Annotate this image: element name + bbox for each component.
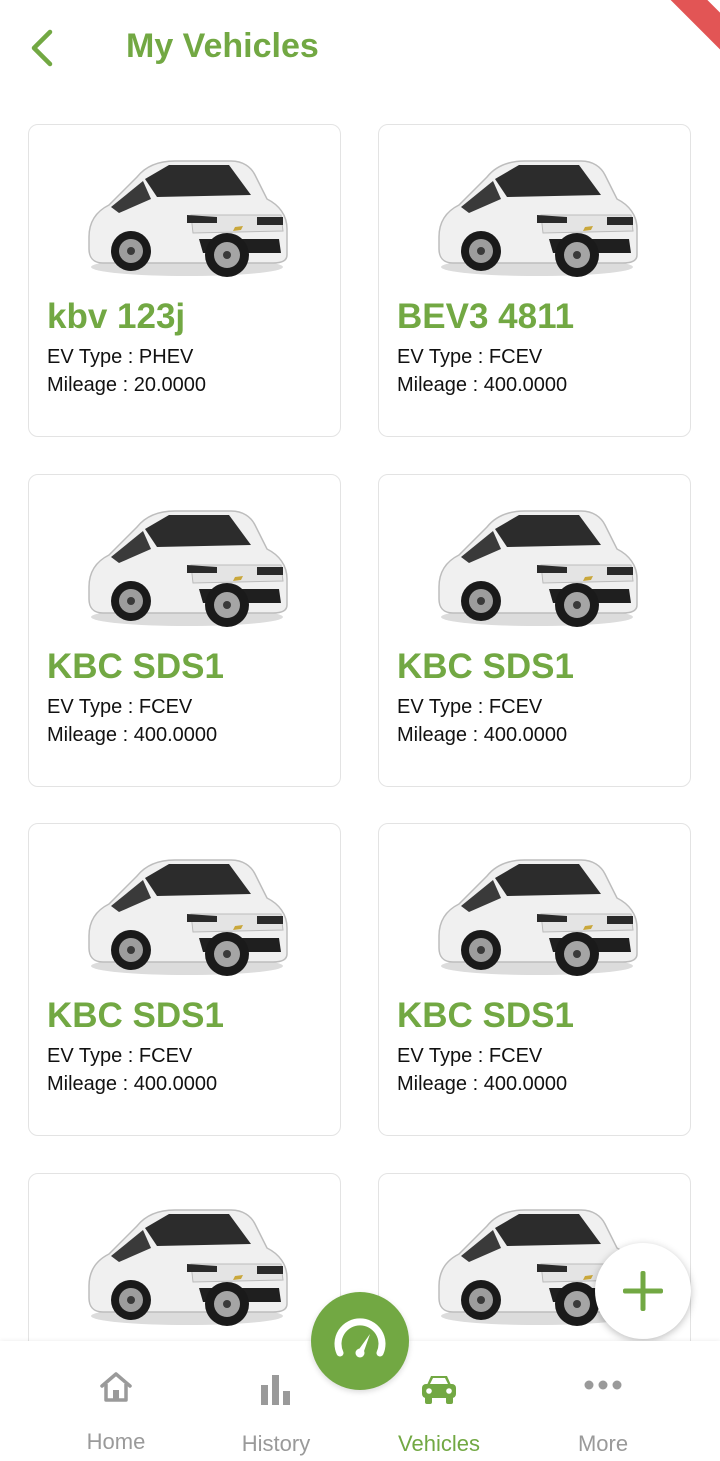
vehicle-image (83, 155, 289, 281)
bar-chart-icon (256, 1369, 296, 1409)
vehicle-image (83, 1204, 289, 1330)
page-title: My Vehicles (126, 27, 319, 65)
app-header: My Vehicles (0, 0, 720, 96)
vehicle-ev-type: EV Type : FCEV (47, 1045, 193, 1067)
speedometer-icon (334, 1318, 386, 1358)
vehicle-mileage: Mileage : 400.0000 (397, 724, 568, 746)
vehicle-card[interactable]: KBC SDS1 EV Type : FCEV Mileage : 400.00… (378, 474, 691, 787)
home-icon (96, 1367, 136, 1407)
vehicle-image (433, 854, 639, 980)
vehicle-card[interactable]: KBC SDS1 EV Type : FCEV Mileage : 400.00… (28, 823, 341, 1136)
vehicle-card[interactable]: kbv 123j EV Type : PHEV Mileage : 20.000… (28, 124, 341, 437)
vehicle-grid: kbv 123j EV Type : PHEV Mileage : 20.000… (28, 124, 693, 1341)
vehicle-ev-type: EV Type : FCEV (47, 696, 193, 718)
vehicle-card[interactable]: KBC SDS1 EV Type : FCEV Mileage : 400.00… (28, 474, 341, 787)
nav-item-more[interactable]: More (528, 1341, 678, 1461)
vehicle-plate: KBC SDS1 (47, 647, 224, 686)
car-icon (419, 1369, 459, 1409)
vehicle-mileage: Mileage : 20.0000 (47, 374, 207, 396)
back-chevron-icon (31, 29, 53, 67)
nav-label-vehicles: Vehicles (398, 1431, 480, 1456)
add-vehicle-button[interactable] (595, 1243, 691, 1339)
vehicle-plate: KBC SDS1 (397, 647, 574, 686)
nav-label-home: Home (86, 1429, 146, 1454)
vehicle-ev-type: EV Type : FCEV (397, 696, 543, 718)
vehicle-plate: KBC SDS1 (47, 996, 224, 1035)
vehicle-card[interactable]: BEV3 4811 EV Type : FCEV Mileage : 400.0… (378, 124, 691, 437)
vehicle-image (83, 854, 289, 980)
vehicle-image (83, 505, 289, 631)
vehicle-ev-type: EV Type : FCEV (397, 346, 543, 368)
vehicle-ev-type: EV Type : FCEV (397, 1045, 543, 1067)
vehicle-image (433, 155, 639, 281)
nav-label-history: History (241, 1431, 311, 1456)
vehicle-plate: BEV3 4811 (397, 297, 575, 336)
vehicle-mileage: Mileage : 400.0000 (397, 1073, 568, 1095)
nav-label-more: More (577, 1431, 629, 1456)
more-dots-icon (583, 1365, 623, 1405)
vehicle-mileage: Mileage : 400.0000 (47, 724, 218, 746)
vehicle-plate: KBC SDS1 (397, 996, 574, 1035)
nav-item-home[interactable]: Home (41, 1341, 191, 1461)
vehicle-mileage: Mileage : 400.0000 (47, 1073, 218, 1095)
center-action-button[interactable] (311, 1292, 409, 1390)
vehicle-mileage: Mileage : 400.0000 (397, 374, 568, 396)
plus-icon (623, 1271, 663, 1311)
vehicle-plate: kbv 123j (47, 297, 186, 336)
vehicle-card[interactable] (28, 1173, 341, 1341)
vehicle-card[interactable]: KBC SDS1 EV Type : FCEV Mileage : 400.00… (378, 823, 691, 1136)
back-button[interactable] (22, 26, 62, 70)
vehicle-image (433, 505, 639, 631)
vehicle-ev-type: EV Type : PHEV (47, 346, 194, 368)
